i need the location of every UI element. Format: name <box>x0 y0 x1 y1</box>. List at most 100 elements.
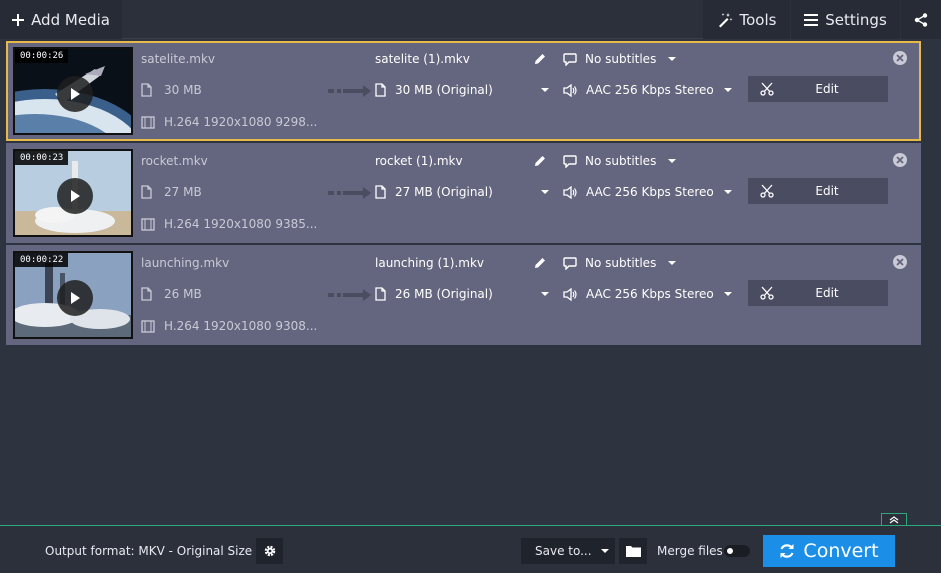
file-row[interactable]: 00:00:22 launching.mkv 26 MB H.264 1920x… <box>6 245 921 345</box>
audio-value: AAC 256 Kbps Stereo <box>586 83 714 97</box>
subtitles-value: No subtitles <box>585 256 657 270</box>
scissors-icon <box>748 286 786 300</box>
open-folder-button[interactable] <box>619 538 647 564</box>
edit-button[interactable]: Edit <box>748 76 888 102</box>
merge-files-toggle[interactable] <box>724 545 750 557</box>
file-icon <box>375 185 388 199</box>
film-icon <box>141 217 155 231</box>
source-size-value: 30 MB <box>164 83 202 97</box>
edit-button[interactable]: Edit <box>748 178 888 204</box>
output-filename: launching (1).mkv <box>375 256 485 270</box>
chevron-down-icon[interactable] <box>541 190 549 194</box>
speaker-icon <box>563 185 577 199</box>
arrow-right-icon <box>328 186 372 204</box>
source-size-value: 27 MB <box>164 185 202 199</box>
convert-label: Convert <box>803 540 879 562</box>
duration-label: 00:00:26 <box>15 49 69 63</box>
play-icon[interactable] <box>57 178 93 214</box>
speech-bubble-icon <box>563 52 577 66</box>
tools-label: Tools <box>739 10 777 29</box>
source-size-value: 26 MB <box>164 287 202 301</box>
pencil-icon[interactable] <box>534 257 546 273</box>
source-filename: satelite.mkv <box>141 52 216 66</box>
format-settings-button[interactable] <box>256 538 283 564</box>
source-filename: launching.mkv <box>141 256 230 270</box>
duration-label: 00:00:23 <box>15 151 69 165</box>
source-codec: H.264 1920x1080 9298... <box>141 115 317 129</box>
output-size-dropdown[interactable]: 27 MB (Original) <box>375 185 493 199</box>
settings-button[interactable]: Settings <box>791 0 900 39</box>
settings-label: Settings <box>825 10 887 29</box>
top-toolbar: Add Media Tools Settings <box>0 0 941 39</box>
output-format-label[interactable]: Output format: MKV - Original Size <box>45 544 252 558</box>
chevron-down-icon <box>600 549 609 553</box>
save-to-label: Save to... <box>535 544 592 558</box>
audio-dropdown[interactable]: AAC 256 Kbps Stereo <box>563 83 732 97</box>
chevron-down-icon <box>668 159 677 163</box>
file-icon <box>141 83 155 97</box>
play-icon[interactable] <box>57 280 93 316</box>
pencil-icon[interactable] <box>534 53 546 69</box>
source-codec: H.264 1920x1080 9308... <box>141 319 317 333</box>
speaker-icon <box>563 287 577 301</box>
chevron-down-icon[interactable] <box>541 292 549 296</box>
output-size-value: 30 MB (Original) <box>395 83 493 97</box>
menu-icon <box>804 13 819 26</box>
chevron-down-icon[interactable] <box>541 88 549 92</box>
edit-button[interactable]: Edit <box>748 280 888 306</box>
close-icon[interactable] <box>893 51 907 65</box>
source-size: 26 MB <box>141 287 202 301</box>
save-to-dropdown[interactable]: Save to... <box>521 538 615 564</box>
file-icon <box>141 287 155 301</box>
bottom-bar: Output format: MKV - Original Size Save … <box>0 525 941 573</box>
file-row[interactable]: 00:00:26 satelite.mkv 30 MB H.264 1920x1… <box>6 41 921 141</box>
convert-button[interactable]: Convert <box>763 535 895 567</box>
add-media-label: Add Media <box>31 10 110 29</box>
add-media-button[interactable]: Add Media <box>0 0 122 39</box>
arrow-right-icon <box>328 288 372 306</box>
source-size: 30 MB <box>141 83 202 97</box>
toggle-knob <box>725 546 735 556</box>
gear-icon <box>263 544 277 558</box>
chevron-down-icon <box>668 57 677 61</box>
chevron-down-icon <box>668 261 677 265</box>
duration-label: 00:00:22 <box>15 253 69 267</box>
magic-wand-icon <box>717 12 733 28</box>
film-icon <box>141 319 155 333</box>
subtitles-dropdown[interactable]: No subtitles <box>563 154 677 168</box>
file-row[interactable]: 00:00:23 rocket.mkv 27 MB H.264 1920x108… <box>6 143 921 243</box>
folder-icon <box>625 545 641 557</box>
audio-value: AAC 256 Kbps Stereo <box>586 287 714 301</box>
audio-dropdown[interactable]: AAC 256 Kbps Stereo <box>563 287 732 301</box>
subtitles-dropdown[interactable]: No subtitles <box>563 256 677 270</box>
output-size-dropdown[interactable]: 30 MB (Original) <box>375 83 493 97</box>
audio-value: AAC 256 Kbps Stereo <box>586 185 714 199</box>
video-thumbnail[interactable]: 00:00:23 <box>13 149 133 237</box>
file-icon <box>375 83 388 97</box>
close-icon[interactable] <box>893 153 907 167</box>
edit-label: Edit <box>815 286 839 300</box>
video-thumbnail[interactable]: 00:00:22 <box>13 251 133 339</box>
pencil-icon[interactable] <box>534 155 546 171</box>
source-size: 27 MB <box>141 185 202 199</box>
chevron-down-icon <box>723 88 732 92</box>
output-filename: satelite (1).mkv <box>375 52 470 66</box>
scissors-icon <box>748 184 786 198</box>
source-codec-value: H.264 1920x1080 9298... <box>164 115 318 129</box>
refresh-icon <box>779 543 795 559</box>
output-size-value: 27 MB (Original) <box>395 185 493 199</box>
output-size-value: 26 MB (Original) <box>395 287 493 301</box>
arrow-right-icon <box>328 84 372 102</box>
output-size-dropdown[interactable]: 26 MB (Original) <box>375 287 493 301</box>
source-codec-value: H.264 1920x1080 9308... <box>164 319 318 333</box>
audio-dropdown[interactable]: AAC 256 Kbps Stereo <box>563 185 732 199</box>
close-icon[interactable] <box>893 255 907 269</box>
speaker-icon <box>563 83 577 97</box>
play-icon[interactable] <box>57 76 93 112</box>
subtitles-dropdown[interactable]: No subtitles <box>563 52 677 66</box>
tools-button[interactable]: Tools <box>703 0 790 39</box>
share-button[interactable] <box>901 0 941 39</box>
video-thumbnail[interactable]: 00:00:26 <box>13 47 133 135</box>
film-icon <box>141 115 155 129</box>
speech-bubble-icon <box>563 256 577 270</box>
